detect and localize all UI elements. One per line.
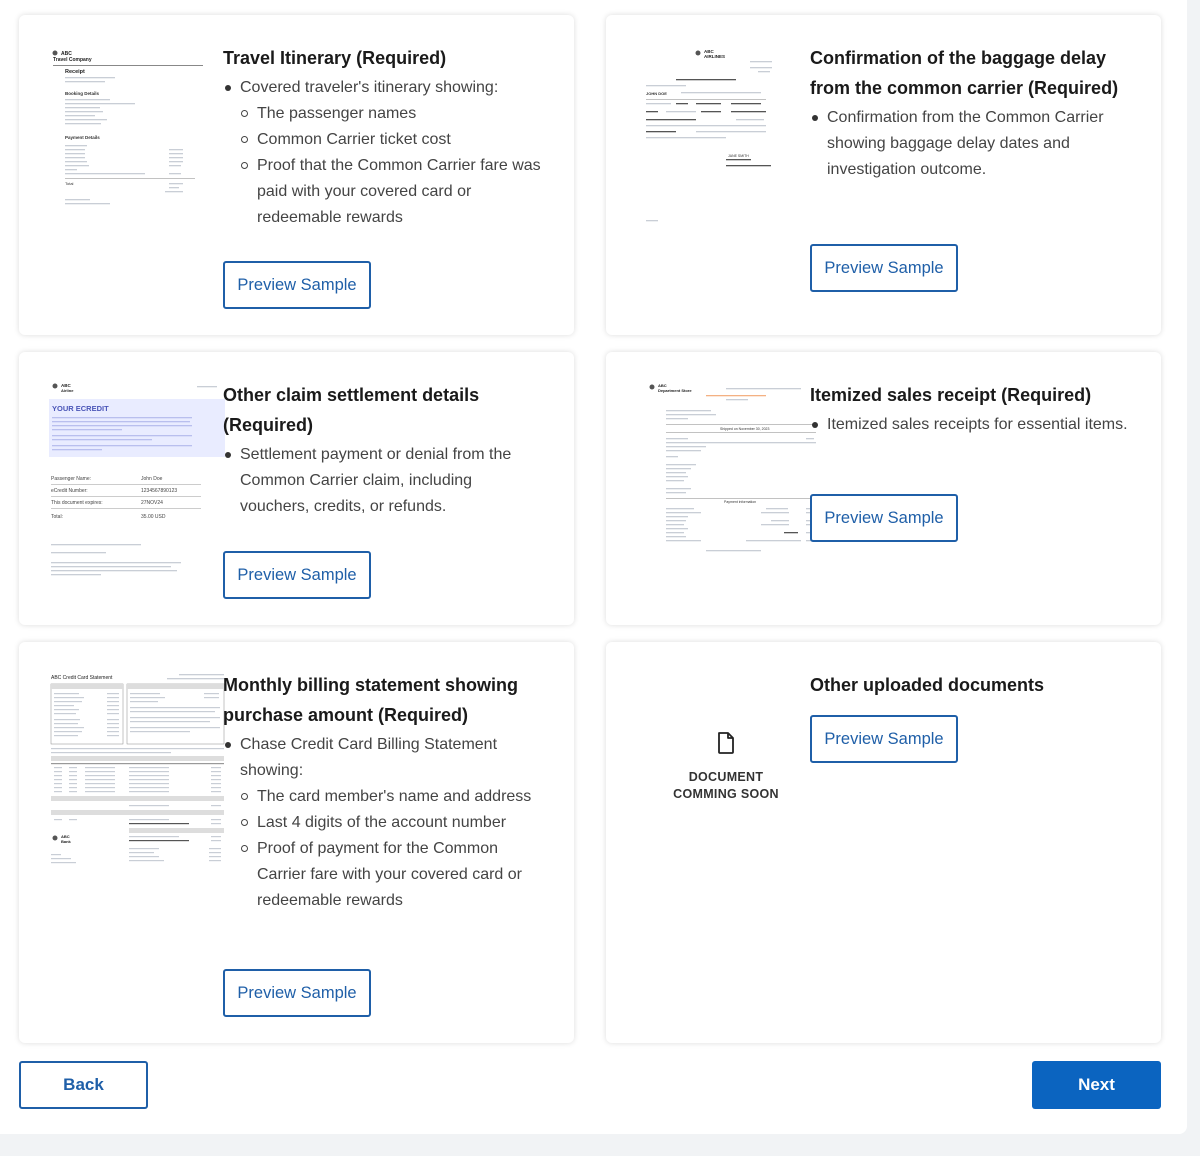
list-item: Common Carrier ticket cost (240, 127, 543, 153)
svg-text:1234567890123: 1234567890123 (141, 488, 177, 494)
preview-sample-button-settlement[interactable]: Preview Sample (223, 551, 371, 599)
thumb-shipped: Shipped on November 30, 2023 (720, 427, 769, 431)
thumb-airline: Airline (61, 388, 74, 393)
bullet-text: Chase Credit Card Billing Statement show… (240, 736, 498, 779)
thumb-total: Total (65, 181, 74, 186)
placeholder-line1: DOCUMENT (688, 770, 764, 784)
back-button[interactable]: Back (19, 1061, 148, 1109)
thumb-airline: AIRLINES (704, 54, 725, 59)
card-title: Monthly billing statement showing purcha… (223, 675, 518, 725)
preview-sample-button-itinerary[interactable]: Preview Sample (223, 261, 371, 309)
card-travel-itinerary: ABC Travel Company Receipt Booking Detai… (19, 15, 574, 335)
sales-thumbnail: ABC Department Store Shipped on November… (636, 382, 816, 582)
thumb-bank: Bank (61, 839, 72, 844)
list-item: Confirmation from the Common Carrier sho… (810, 105, 1130, 183)
svg-text:27NOV24: 27NOV24 (141, 500, 163, 506)
preview-sample-button-statement[interactable]: Preview Sample (223, 969, 371, 1017)
thumb-store: Department Store (658, 388, 692, 393)
thumb-heading: Receipt (65, 69, 85, 75)
card-other-documents: DOCUMENT COMMING SOON Other uploaded doc… (606, 642, 1161, 1043)
card-title: Confirmation of the baggage delay from t… (810, 48, 1119, 98)
thumb-sign: JANE SMITH (728, 154, 749, 158)
thumb-section2: Payment Details (65, 135, 100, 140)
card-title: Other uploaded documents (810, 675, 1045, 695)
preview-sample-button-baggage[interactable]: Preview Sample (810, 244, 958, 292)
thumb-title: ABC Credit Card Statement (51, 675, 113, 681)
list-item: Proof that the Common Carrier fare was p… (240, 153, 543, 231)
svg-text:John Doe: John Doe (141, 476, 163, 482)
svg-text:This document expires:: This document expires: (51, 500, 103, 506)
thumb-name: JOHN DOE (646, 91, 667, 96)
card-title: Other claim settlement details (Required… (223, 385, 480, 435)
preview-sample-button-other[interactable]: Preview Sample (810, 715, 958, 763)
card-title: Itemized sales receipt (Required) (810, 385, 1092, 405)
banner-title: YOUR ECREDIT (52, 404, 109, 413)
ecredit-thumbnail: ABC Airline YOUR ECREDIT Passenger Name:… (49, 382, 229, 582)
list-item: Settlement payment or denial from the Co… (223, 442, 543, 520)
card-baggage-delay: ABC AIRLINES JOHN DOE JANE SMITH Confirm… (606, 15, 1161, 335)
baggage-thumbnail: ABC AIRLINES JOHN DOE JANE SMITH (636, 45, 816, 245)
list-item: Covered traveler's itinerary showing: Th… (223, 75, 543, 231)
placeholder-line2: COMMING SOON (673, 787, 779, 801)
itinerary-thumbnail: ABC Travel Company Receipt Booking Detai… (49, 45, 229, 245)
thumb-section1: Booking Details (65, 91, 100, 96)
list-item: Proof of payment for the Common Carrier … (240, 836, 543, 914)
svg-text:Total:: Total: (51, 514, 63, 520)
thumb-company: Travel Company (53, 57, 92, 63)
next-button[interactable]: Next (1032, 1061, 1161, 1109)
card-sales-receipt: ABC Department Store Shipped on November… (606, 352, 1161, 625)
preview-sample-button-sales[interactable]: Preview Sample (810, 494, 958, 542)
list-item: The passenger names (240, 101, 543, 127)
list-item: The card member's name and address (240, 784, 543, 810)
thumb-payment: Payment information (724, 500, 756, 504)
list-item: Last 4 digits of the account number (240, 810, 543, 836)
card-title: Travel Itinerary (Required) (223, 48, 447, 68)
svg-text:eCredit Number:: eCredit Number: (51, 488, 88, 494)
card-billing-statement: ABC Credit Card Statement ABC Bank Month… (19, 642, 574, 1043)
document-icon (718, 732, 734, 754)
card-claim-settlement: ABC Airline YOUR ECREDIT Passenger Name:… (19, 352, 574, 625)
list-item: Chase Credit Card Billing Statement show… (223, 732, 543, 914)
svg-text:Passenger Name:: Passenger Name: (51, 476, 91, 482)
bullet-text: Covered traveler's itinerary showing: (240, 79, 499, 96)
svg-text:35.00 USD: 35.00 USD (141, 514, 166, 520)
list-item: Itemized sales receipts for essential it… (810, 412, 1130, 438)
statement-thumbnail: ABC Credit Card Statement ABC Bank (49, 672, 229, 872)
document-placeholder: DOCUMENT COMMING SOON (636, 732, 816, 803)
